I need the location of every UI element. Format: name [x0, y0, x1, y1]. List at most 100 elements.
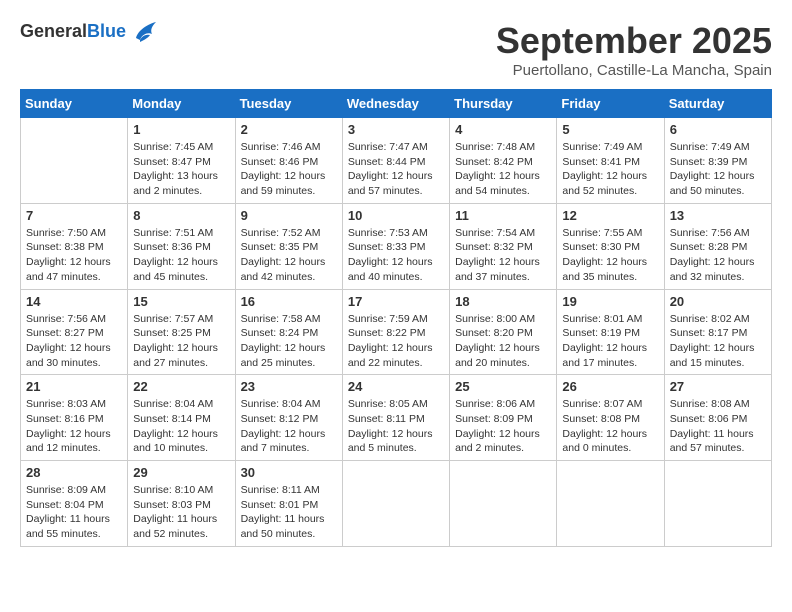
day-info: Sunrise: 8:01 AMSunset: 8:19 PMDaylight:…: [562, 312, 658, 371]
calendar-cell: 25 Sunrise: 8:06 AMSunset: 8:09 PMDayligh…: [450, 375, 557, 461]
day-info: Sunrise: 7:55 AMSunset: 8:30 PMDaylight:…: [562, 226, 658, 285]
calendar-cell: 1 Sunrise: 7:45 AMSunset: 8:47 PMDaylight…: [128, 118, 235, 204]
calendar-cell: 6 Sunrise: 7:49 AMSunset: 8:39 PMDaylight…: [664, 118, 771, 204]
calendar-cell: 23Sunrise: 8:04 AMSunset: 8:12 PMDayligh…: [235, 375, 342, 461]
calendar-header-row: SundayMondayTuesdayWednesdayThursdayFrid…: [21, 90, 772, 118]
calendar-cell: 7 Sunrise: 7:50 AMSunset: 8:38 PMDaylight…: [21, 203, 128, 289]
day-number: 5: [562, 122, 658, 137]
day-info: Sunrise: 8:09 AMSunset: 8:04 PMDaylight:…: [26, 483, 122, 542]
day-info: Sunrise: 7:45 AMSunset: 8:47 PMDaylight:…: [133, 140, 229, 199]
logo-general: General: [20, 21, 87, 41]
calendar-cell: 10 Sunrise: 7:53 AMSunset: 8:33 PMDayligh…: [342, 203, 449, 289]
calendar-cell: [21, 118, 128, 204]
calendar-week-row: 7 Sunrise: 7:50 AMSunset: 8:38 PMDaylight…: [21, 203, 772, 289]
day-number: 25: [455, 379, 551, 394]
day-info: Sunrise: 7:58 AMSunset: 8:24 PMDaylight:…: [241, 312, 337, 371]
calendar-cell: 24 Sunrise: 8:05 AMSunset: 8:11 PMDayligh…: [342, 375, 449, 461]
day-info: Sunrise: 7:47 AMSunset: 8:44 PMDaylight:…: [348, 140, 444, 199]
calendar-week-row: 28Sunrise: 8:09 AMSunset: 8:04 PMDayligh…: [21, 461, 772, 547]
day-number: 3: [348, 122, 444, 137]
location-subtitle: Puertollano, Castille-La Mancha, Spain: [496, 62, 772, 79]
calendar-table: SundayMondayTuesdayWednesdayThursdayFrid…: [20, 89, 772, 547]
day-info: Sunrise: 8:02 AMSunset: 8:17 PMDaylight:…: [670, 312, 766, 371]
day-number: 7: [26, 208, 122, 223]
calendar-cell: 5 Sunrise: 7:49 AMSunset: 8:41 PMDaylight…: [557, 118, 664, 204]
day-info: Sunrise: 7:46 AMSunset: 8:46 PMDaylight:…: [241, 140, 337, 199]
day-number: 12: [562, 208, 658, 223]
calendar-header-monday: Monday: [128, 90, 235, 118]
day-number: 21: [26, 379, 122, 394]
day-info: Sunrise: 8:08 AMSunset: 8:06 PMDaylight:…: [670, 397, 766, 456]
day-number: 16: [241, 294, 337, 309]
day-info: Sunrise: 8:07 AMSunset: 8:08 PMDaylight:…: [562, 397, 658, 456]
day-info: Sunrise: 8:05 AMSunset: 8:11 PMDaylight:…: [348, 397, 444, 456]
day-info: Sunrise: 7:52 AMSunset: 8:35 PMDaylight:…: [241, 226, 337, 285]
day-info: Sunrise: 8:00 AMSunset: 8:20 PMDaylight:…: [455, 312, 551, 371]
logo-blue: Blue: [87, 21, 126, 41]
calendar-cell: 17Sunrise: 7:59 AMSunset: 8:22 PMDayligh…: [342, 289, 449, 375]
day-info: Sunrise: 7:56 AMSunset: 8:27 PMDaylight:…: [26, 312, 122, 371]
day-number: 20: [670, 294, 766, 309]
calendar-cell: 30Sunrise: 8:11 AMSunset: 8:01 PMDayligh…: [235, 461, 342, 547]
calendar-week-row: 21 Sunrise: 8:03 AMSunset: 8:16 PMDayligh…: [21, 375, 772, 461]
day-info: Sunrise: 8:10 AMSunset: 8:03 PMDaylight:…: [133, 483, 229, 542]
header: GeneralBlue September 2025 Puertollano, …: [20, 20, 772, 79]
day-info: Sunrise: 7:48 AMSunset: 8:42 PMDaylight:…: [455, 140, 551, 199]
calendar-cell: 8Sunrise: 7:51 AMSunset: 8:36 PMDaylight…: [128, 203, 235, 289]
day-info: Sunrise: 7:49 AMSunset: 8:39 PMDaylight:…: [670, 140, 766, 199]
day-number: 22: [133, 379, 229, 394]
logo-bird-icon: [130, 20, 158, 42]
day-info: Sunrise: 8:03 AMSunset: 8:16 PMDaylight:…: [26, 397, 122, 456]
calendar-cell: 19Sunrise: 8:01 AMSunset: 8:19 PMDayligh…: [557, 289, 664, 375]
calendar-cell: 29 Sunrise: 8:10 AMSunset: 8:03 PMDayligh…: [128, 461, 235, 547]
day-info: Sunrise: 8:04 AMSunset: 8:14 PMDaylight:…: [133, 397, 229, 456]
day-info: Sunrise: 7:50 AMSunset: 8:38 PMDaylight:…: [26, 226, 122, 285]
calendar-cell: 27 Sunrise: 8:08 AMSunset: 8:06 PMDayligh…: [664, 375, 771, 461]
calendar-cell: 18Sunrise: 8:00 AMSunset: 8:20 PMDayligh…: [450, 289, 557, 375]
day-number: 14: [26, 294, 122, 309]
day-number: 23: [241, 379, 337, 394]
day-number: 6: [670, 122, 766, 137]
calendar-cell: 4 Sunrise: 7:48 AMSunset: 8:42 PMDaylight…: [450, 118, 557, 204]
day-info: Sunrise: 7:54 AMSunset: 8:32 PMDaylight:…: [455, 226, 551, 285]
day-number: 27: [670, 379, 766, 394]
day-info: Sunrise: 7:56 AMSunset: 8:28 PMDaylight:…: [670, 226, 766, 285]
calendar-cell: 21 Sunrise: 8:03 AMSunset: 8:16 PMDayligh…: [21, 375, 128, 461]
day-number: 29: [133, 465, 229, 480]
day-number: 4: [455, 122, 551, 137]
calendar-cell: 26 Sunrise: 8:07 AMSunset: 8:08 PMDayligh…: [557, 375, 664, 461]
calendar-cell: 9Sunrise: 7:52 AMSunset: 8:35 PMDaylight…: [235, 203, 342, 289]
calendar-header-saturday: Saturday: [664, 90, 771, 118]
calendar-cell: [557, 461, 664, 547]
calendar-header-wednesday: Wednesday: [342, 90, 449, 118]
day-number: 11: [455, 208, 551, 223]
day-info: Sunrise: 8:06 AMSunset: 8:09 PMDaylight:…: [455, 397, 551, 456]
calendar-header-tuesday: Tuesday: [235, 90, 342, 118]
calendar-header-friday: Friday: [557, 90, 664, 118]
calendar-header-sunday: Sunday: [21, 90, 128, 118]
day-number: 2: [241, 122, 337, 137]
calendar-cell: 16 Sunrise: 7:58 AMSunset: 8:24 PMDayligh…: [235, 289, 342, 375]
calendar-cell: 2 Sunrise: 7:46 AMSunset: 8:46 PMDaylight…: [235, 118, 342, 204]
day-info: Sunrise: 7:53 AMSunset: 8:33 PMDaylight:…: [348, 226, 444, 285]
day-number: 10: [348, 208, 444, 223]
calendar-cell: 20 Sunrise: 8:02 AMSunset: 8:17 PMDayligh…: [664, 289, 771, 375]
day-number: 15: [133, 294, 229, 309]
calendar-cell: 11 Sunrise: 7:54 AMSunset: 8:32 PMDayligh…: [450, 203, 557, 289]
day-info: Sunrise: 7:49 AMSunset: 8:41 PMDaylight:…: [562, 140, 658, 199]
day-number: 26: [562, 379, 658, 394]
calendar-cell: [664, 461, 771, 547]
calendar-cell: 12 Sunrise: 7:55 AMSunset: 8:30 PMDayligh…: [557, 203, 664, 289]
logo-text: GeneralBlue: [20, 21, 126, 42]
calendar-cell: 14 Sunrise: 7:56 AMSunset: 8:27 PMDayligh…: [21, 289, 128, 375]
day-info: Sunrise: 7:57 AMSunset: 8:25 PMDaylight:…: [133, 312, 229, 371]
calendar-cell: 28Sunrise: 8:09 AMSunset: 8:04 PMDayligh…: [21, 461, 128, 547]
calendar-cell: 22 Sunrise: 8:04 AMSunset: 8:14 PMDayligh…: [128, 375, 235, 461]
month-title: September 2025: [496, 20, 772, 62]
calendar-week-row: 14 Sunrise: 7:56 AMSunset: 8:27 PMDayligh…: [21, 289, 772, 375]
day-number: 24: [348, 379, 444, 394]
calendar-cell: 15 Sunrise: 7:57 AMSunset: 8:25 PMDayligh…: [128, 289, 235, 375]
calendar-header-thursday: Thursday: [450, 90, 557, 118]
day-number: 8: [133, 208, 229, 223]
day-number: 1: [133, 122, 229, 137]
